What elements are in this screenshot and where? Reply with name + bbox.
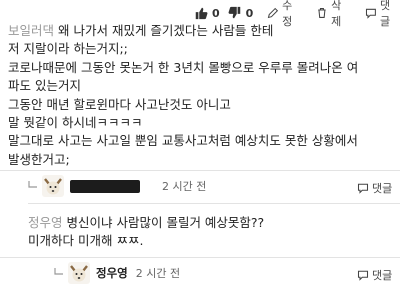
pencil-icon xyxy=(268,7,279,19)
censored-username xyxy=(70,179,140,193)
reply-label: 댓글 xyxy=(372,182,393,195)
divider xyxy=(0,257,400,258)
reply-arrow-icon xyxy=(28,181,37,188)
reply-button[interactable]: 댓글 xyxy=(357,180,392,196)
dislike-button[interactable]: 0 xyxy=(228,6,262,20)
comment-line: 보일러댁 왜 나가서 재밌게 즐기겠다는 사람들 한테 xyxy=(8,22,396,40)
avatar[interactable] xyxy=(42,175,64,197)
comment-time: 2 시간 전 xyxy=(162,180,207,193)
like-count: 0 xyxy=(212,6,220,20)
thumbs-down-icon xyxy=(228,6,240,19)
comment-time: 2 시간 전 xyxy=(135,267,181,280)
comment-header: 정우영 2 시간 전 xyxy=(54,261,180,285)
comment-actions: 0 0 수정 삭제 댓글 xyxy=(194,0,400,28)
comment-line: 정우영 병신이냐 사람많이 몰릴거 예상못함?? xyxy=(28,214,264,232)
divider xyxy=(0,170,400,171)
comment-body: 보일러댁 왜 나가서 재밌게 즐기겠다는 사람들 한테 저 지랄이라 하는거지;… xyxy=(8,22,396,169)
comment-author[interactable]: 보일러댁 xyxy=(8,23,54,38)
reply-label: 댓글 xyxy=(372,269,393,282)
avatar[interactable] xyxy=(68,262,90,284)
thumbs-up-icon xyxy=(195,7,208,20)
comment-line: 코로나때문에 그동안 못논거 한 3년치 몰빵으로 우루루 몰려나온 여 xyxy=(8,59,359,75)
trash-icon xyxy=(318,8,326,18)
speech-bubble-icon xyxy=(366,8,376,19)
comment-line: 파도 있는거지 xyxy=(8,78,81,94)
comment-text: 왜 나가서 재밌게 즐기겠다는 사람들 한테 xyxy=(58,23,274,38)
divider xyxy=(28,203,400,204)
speech-bubble-icon xyxy=(357,270,369,281)
comment-username[interactable]: 정우영 xyxy=(96,265,128,281)
comment-author[interactable]: 정우영 xyxy=(28,215,63,230)
dislike-count: 0 xyxy=(245,6,254,20)
speech-bubble-icon xyxy=(357,183,369,194)
comment-line: 말그대로 사고는 사고일 뿐임 교통사고처럼 예상치도 못한 상황에서 xyxy=(8,133,358,149)
comment-line: 저 지랄이라 하는거지;; xyxy=(8,41,128,57)
comment-text: 병신이냐 사람많이 몰릴거 예상못함?? xyxy=(66,215,265,230)
comment-line: 발생한거고; xyxy=(8,151,70,167)
reply-button[interactable]: 댓글 xyxy=(357,267,392,283)
reply-arrow-icon xyxy=(54,268,63,275)
comment-body: 정우영 병신이냐 사람많이 몰릴거 예상못함?? 미개하다 미개해 ㅉㅉ. xyxy=(28,214,264,250)
comment-line: 미개하다 미개해 ㅉㅉ. xyxy=(28,233,144,248)
comment-line: 그동안 매년 할로윈마다 사고난것도 아니고 xyxy=(8,96,231,112)
like-button[interactable]: 0 xyxy=(194,6,228,20)
comment-line: 말 뭣같이 하시네ㅋㅋㅋㅋ xyxy=(8,115,143,131)
comment-header: 2 시간 전 xyxy=(28,174,206,198)
